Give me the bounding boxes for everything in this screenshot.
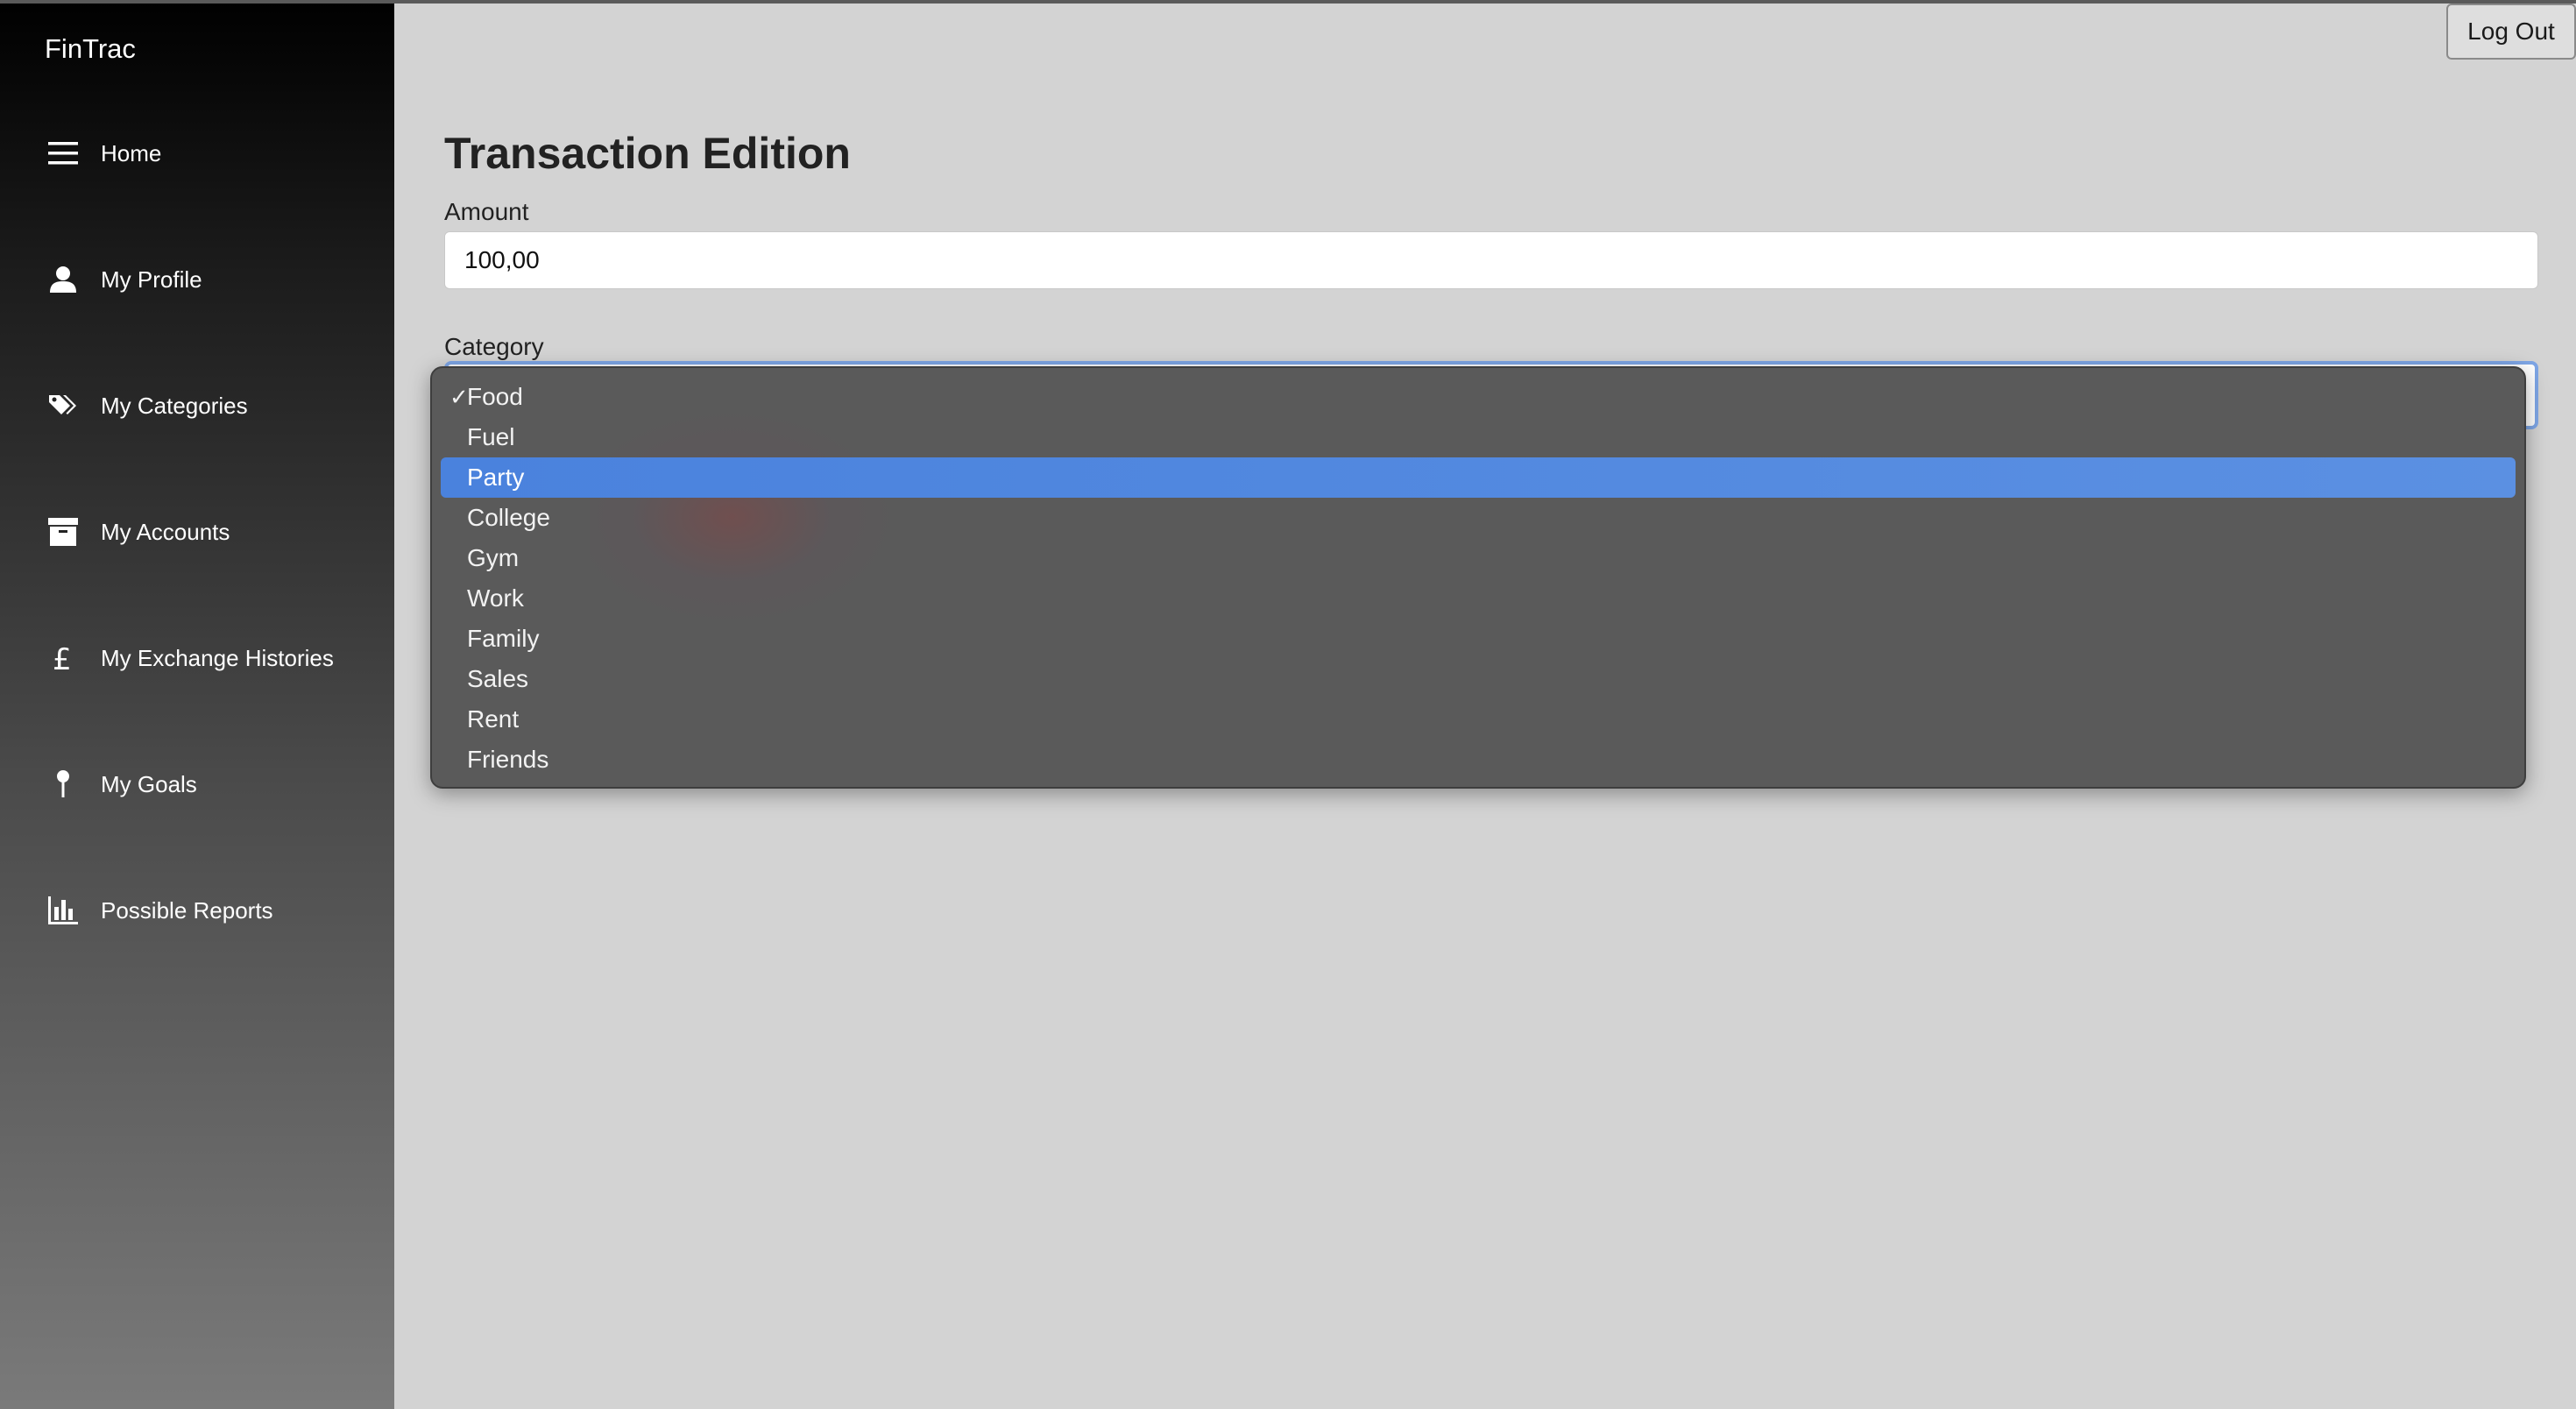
category-option-family[interactable]: Family — [441, 619, 2516, 659]
category-option-gym[interactable]: Gym — [441, 538, 2516, 578]
option-label: Gym — [467, 544, 520, 571]
amount-label: Amount — [444, 198, 529, 225]
brand-logo[interactable]: FinTrac — [45, 33, 136, 65]
bar-chart-icon — [47, 895, 79, 926]
category-option-college[interactable]: College — [441, 498, 2516, 538]
svg-text:£: £ — [53, 643, 72, 673]
option-label: Party — [467, 464, 525, 491]
sidebar: FinTrac Home My Profile My Categories My… — [0, 0, 394, 1409]
sidebar-item-label: My Profile — [101, 266, 202, 293]
sidebar-item-my-profile[interactable]: My Profile — [0, 236, 394, 323]
sidebar-item-my-exchange-histories[interactable]: £ My Exchange Histories — [0, 614, 394, 702]
pound-icon: £ — [47, 642, 79, 674]
sidebar-item-label: Home — [101, 139, 162, 166]
sidebar-item-label: My Categories — [101, 392, 248, 419]
sidebar-item-possible-reports[interactable]: Possible Reports — [0, 867, 394, 954]
option-label: Friends — [467, 746, 549, 773]
category-option-fuel[interactable]: Fuel — [441, 417, 2516, 457]
hamburger-icon — [47, 138, 79, 169]
category-option-work[interactable]: Work — [441, 578, 2516, 619]
window-top-border — [0, 0, 2576, 4]
user-icon — [47, 264, 79, 295]
category-option-party[interactable]: Party — [441, 457, 2516, 498]
archive-icon — [47, 516, 79, 548]
checkmark-icon: ✓ — [449, 383, 469, 410]
sidebar-item-my-goals[interactable]: My Goals — [0, 740, 394, 828]
option-label: Food — [467, 383, 523, 410]
category-option-friends[interactable]: Friends — [441, 740, 2516, 780]
sidebar-item-label: My Goals — [101, 770, 197, 797]
amount-field[interactable] — [444, 231, 2538, 289]
logout-button[interactable]: Log Out — [2446, 4, 2576, 60]
sidebar-item-label: My Exchange Histories — [101, 644, 334, 671]
category-option-sales[interactable]: Sales — [441, 659, 2516, 699]
category-option-food[interactable]: ✓ Food — [441, 377, 2516, 417]
sidebar-item-my-categories[interactable]: My Categories — [0, 362, 394, 450]
tags-icon — [47, 390, 79, 421]
category-option-rent[interactable]: Rent — [441, 699, 2516, 740]
option-label: College — [467, 504, 550, 531]
sidebar-item-home[interactable]: Home — [0, 110, 394, 197]
option-label: Family — [467, 625, 540, 652]
category-dropdown-list[interactable]: ✓ Food Fuel Party College Gym Work Famil… — [430, 366, 2526, 789]
page-title: Transaction Edition — [444, 129, 851, 178]
sidebar-item-label: My Accounts — [101, 518, 230, 545]
option-label: Rent — [467, 705, 520, 733]
sidebar-item-label: Possible Reports — [101, 896, 273, 924]
option-label: Fuel — [467, 423, 515, 450]
pin-icon — [47, 768, 79, 800]
option-label: Sales — [467, 665, 529, 692]
category-label: Category — [444, 333, 544, 360]
sidebar-item-my-accounts[interactable]: My Accounts — [0, 488, 394, 576]
option-label: Work — [467, 584, 524, 612]
